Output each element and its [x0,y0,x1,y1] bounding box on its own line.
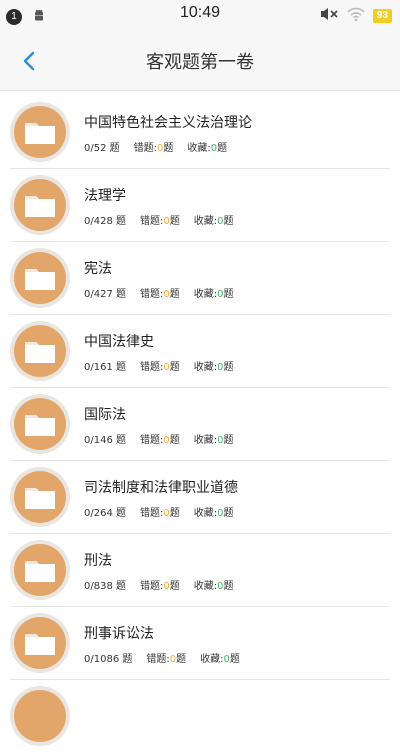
folder-icon [25,488,55,509]
folder-icon [25,123,55,144]
wrong-stat: 错题:0题 [140,581,180,592]
page-title: 客观题第一卷 [146,52,254,73]
list-item[interactable]: 法理学 0/428 题 错题:0题 收藏:0题 [10,169,390,242]
question-count: 0/52 题 [84,143,120,154]
folder-avatar [10,394,70,454]
list-item[interactable]: 中国法律史 0/161 题 错题:0题 收藏:0题 [10,315,390,388]
folder-avatar [10,540,70,600]
wrong-stat: 错题:0题 [140,289,180,300]
question-count: 0/264 题 [84,508,126,519]
wrong-stat: 错题:0题 [140,362,180,373]
fav-stat: 收藏:0题 [193,216,234,227]
item-meta: 0/264 题 错题:0题 收藏:0题 [84,504,248,519]
wrong-stat: 错题:0题 [140,216,180,227]
folder-avatar [10,248,70,308]
folder-avatar [10,613,70,673]
folder-icon [25,196,55,217]
list-item[interactable]: 司法制度和法律职业道德 0/264 题 错题:0题 收藏:0题 [10,461,390,534]
item-title: 中国特色社会主义法治理论 [84,115,252,131]
fav-stat: 收藏:0题 [193,508,234,519]
item-meta: 0/1086 题 错题:0题 收藏:0题 [84,650,254,665]
fav-stat: 收藏:0题 [193,581,234,592]
folder-avatar [10,102,70,162]
folder-icon [25,415,55,436]
item-meta: 0/427 题 错题:0题 收藏:0题 [84,285,248,300]
item-title: 宪法 [84,261,112,277]
item-title: 法理学 [84,188,126,204]
battery-icon: 93 [372,9,392,23]
item-title: 司法制度和法律职业道德 [84,480,238,496]
folder-avatar [10,321,70,381]
question-count: 0/427 题 [84,289,126,300]
fav-stat: 收藏:0题 [200,654,240,665]
question-count: 0/146 题 [84,435,126,446]
item-title: 中国法律史 [84,334,154,350]
folder-icon [25,561,55,582]
question-count: 0/161 题 [84,362,126,373]
wrong-stat: 错题:0题 [140,435,180,446]
list-item[interactable]: 中国特色社会主义法治理论 0/52 题 错题:0题 收藏:0题 [10,96,390,169]
item-meta: 0/838 题 错题:0题 收藏:0题 [84,577,248,592]
fav-stat: 收藏:0题 [187,143,228,154]
wifi-icon [347,6,365,26]
item-meta: 0/428 题 错题:0题 收藏:0题 [84,212,248,227]
question-count: 0/838 题 [84,581,126,592]
fav-stat: 收藏:0题 [193,289,234,300]
list-item[interactable]: 刑事诉讼法 0/1086 题 错题:0题 收藏:0题 [10,607,390,680]
item-meta: 0/161 题 错题:0题 收藏:0题 [84,358,248,373]
wrong-stat: 错题:0题 [146,654,187,665]
list-item[interactable]: 国际法 0/146 题 错题:0题 收藏:0题 [10,388,390,461]
list-item-partial[interactable] [10,680,390,752]
status-bar: 1 10:49 93 [0,0,400,30]
folder-icon [25,634,55,655]
mute-icon [319,6,339,26]
item-meta: 0/52 题 错题:0题 收藏:0题 [84,139,241,154]
list-item[interactable]: 刑法 0/838 题 错题:0题 收藏:0题 [10,534,390,607]
fav-stat: 收藏:0题 [193,362,234,373]
folder-avatar [10,686,70,746]
chapter-list: 中国特色社会主义法治理论 0/52 题 错题:0题 收藏:0题 法理学 0/42… [0,96,400,752]
folder-avatar [10,467,70,527]
list-item[interactable]: 宪法 0/427 题 错题:0题 收藏:0题 [10,242,390,315]
folder-icon [25,269,55,290]
navbar: 客观题第一卷 [0,30,400,91]
item-title: 刑事诉讼法 [84,626,154,642]
question-count: 0/428 题 [84,216,126,227]
fav-stat: 收藏:0题 [193,435,234,446]
question-count: 0/1086 题 [84,654,133,665]
item-title: 刑法 [84,553,112,569]
item-meta: 0/146 题 错题:0题 收藏:0题 [84,431,248,446]
item-title: 国际法 [84,407,126,423]
folder-avatar [10,175,70,235]
wrong-stat: 错题:0题 [140,508,180,519]
folder-icon [25,342,55,363]
status-right: 93 [319,6,392,26]
wrong-stat: 错题:0题 [133,143,174,154]
